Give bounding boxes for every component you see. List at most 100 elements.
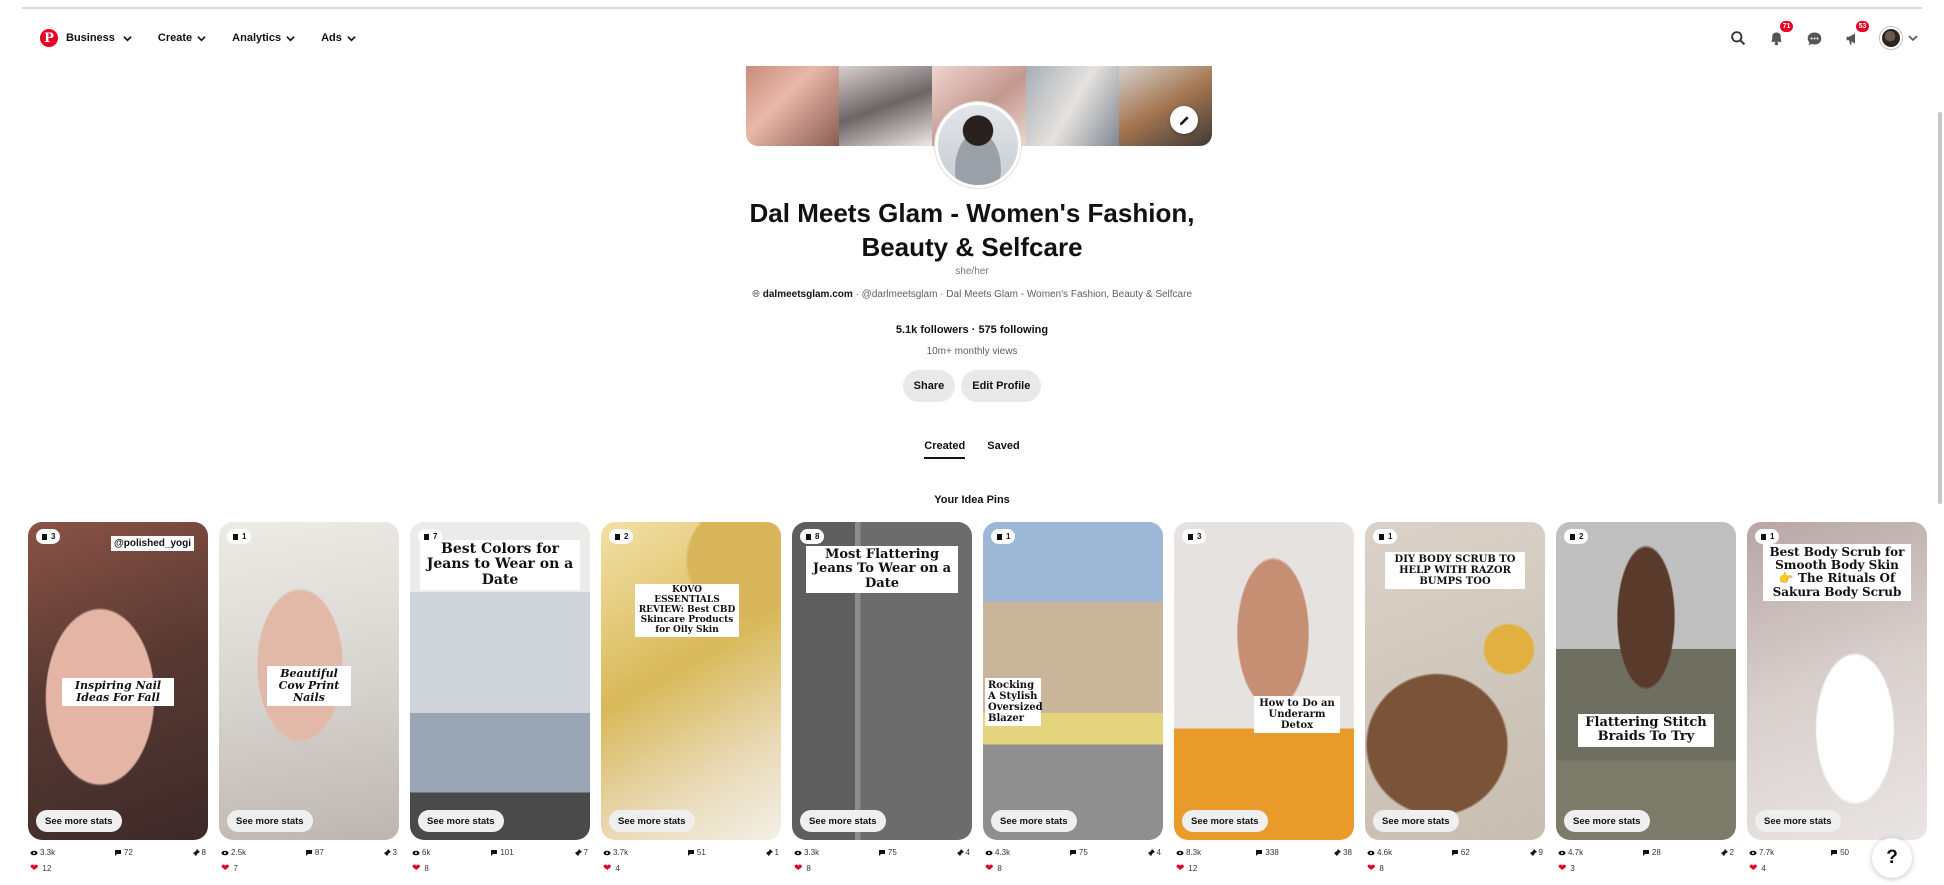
pin-icon (383, 848, 391, 856)
share-button[interactable]: Share (902, 370, 956, 402)
pin-stats: 3.7k 51 1 (601, 848, 781, 857)
nav-analytics[interactable]: Analytics (232, 32, 295, 44)
eye-icon (603, 850, 611, 855)
chevron-down-icon[interactable] (1908, 33, 1918, 43)
chevron-down-icon (123, 35, 132, 41)
nav-business[interactable]: P Business (40, 29, 132, 47)
megaphone-icon (1846, 32, 1855, 44)
views-count: 6k (422, 848, 431, 857)
pin-image[interactable]: 1 Rocking A Stylish Oversized Blazer See… (983, 522, 1163, 840)
messages-button[interactable] (1804, 28, 1824, 48)
updates-button[interactable]: 53 (1842, 21, 1869, 48)
profile-name: Dal Meets Glam - Women's Fashion, Beauty… (749, 198, 1195, 262)
see-more-stats-button[interactable]: See more stats (36, 810, 122, 832)
pin-image[interactable]: 3 How to Do an Underarm Detox See more s… (1174, 522, 1354, 840)
pin-image[interactable]: 1 Best Body Scrub for Smooth Body Skin 👉… (1747, 522, 1927, 840)
see-more-stats-button[interactable]: See more stats (1564, 810, 1650, 832)
see-more-stats-button[interactable]: See more stats (991, 810, 1077, 832)
likes-count: 12 (1188, 864, 1198, 873)
likes-count: 4 (615, 864, 620, 873)
eye-icon (1176, 850, 1184, 855)
pin-image[interactable]: 2 Flattering Stitch Braids To Try See mo… (1556, 522, 1736, 840)
page-count: 3 (51, 532, 56, 541)
pin-image[interactable]: 2 KOVO ESSENTIALS REVIEW: Best CBD Skinc… (601, 522, 781, 840)
idea-pin-card[interactable]: 3 @polished_yogi Inspiring Nail Ideas Fo… (28, 522, 208, 874)
see-more-stats-button[interactable]: See more stats (1755, 810, 1841, 832)
follow-counts: 5.1k followers · 575 following (0, 324, 1944, 336)
idea-pin-card[interactable]: 1 Rocking A Stylish Oversized Blazer See… (983, 522, 1163, 874)
eye-icon (221, 850, 229, 855)
likes-count: 8 (806, 864, 811, 873)
comments-count: 62 (1460, 848, 1470, 857)
notifications-button[interactable]: 71 (1766, 21, 1793, 48)
views-count: 8.3k (1186, 848, 1202, 857)
heart-icon: ❤ (412, 863, 421, 874)
see-more-stats-button[interactable]: See more stats (1373, 810, 1459, 832)
nav-ads[interactable]: Ads (321, 32, 356, 44)
following-link[interactable]: 575 following (978, 324, 1048, 336)
tab-created[interactable]: Created (924, 440, 966, 459)
comment-icon (1642, 849, 1649, 856)
idea-pin-card[interactable]: 1 Best Body Scrub for Smooth Body Skin 👉… (1747, 522, 1927, 874)
pin-likes: ❤ 8 (410, 863, 590, 874)
pin-image[interactable]: 1 DIY BODY SCRUB TO HELP WITH RAZOR BUMP… (1365, 522, 1545, 840)
edit-profile-button[interactable]: Edit Profile (961, 370, 1042, 402)
see-more-stats-button[interactable]: See more stats (609, 810, 695, 832)
pin-overlay-text: Most Flattering Jeans To Wear on a Date (806, 546, 958, 593)
pin-likes: ❤ 8 (983, 863, 1163, 874)
top-bar: P Business Create Analytics Ads 71 53 (40, 21, 1932, 52)
pin-overlay-text: Inspiring Nail Ideas For Fall (62, 678, 174, 707)
idea-pin-card[interactable]: 2 Flattering Stitch Braids To Try See mo… (1556, 522, 1736, 874)
pin-likes: ❤ 7 (219, 863, 399, 874)
tab-saved[interactable]: Saved (987, 440, 1019, 459)
nav-create[interactable]: Create (158, 32, 206, 44)
page-count: 1 (242, 532, 247, 541)
see-more-stats-button[interactable]: See more stats (1182, 810, 1268, 832)
website-link[interactable]: dalmeetsglam.com (763, 289, 853, 300)
profile-avatar (935, 102, 1021, 188)
edit-cover-button[interactable] (1170, 106, 1198, 134)
account-avatar[interactable] (1880, 27, 1902, 49)
pin-image[interactable]: 1 Beautiful Cow Print Nails See more sta… (219, 522, 399, 840)
comment-icon (1069, 849, 1076, 856)
search-button[interactable] (1728, 28, 1748, 48)
pencil-icon (1179, 115, 1189, 125)
pin-image[interactable]: 7 Best Colors for Jeans to Wear on a Dat… (410, 522, 590, 840)
saves-count: 3 (392, 848, 397, 857)
likes-count: 12 (42, 864, 52, 873)
comment-icon (491, 849, 498, 856)
comment-icon (687, 849, 694, 856)
see-more-stats-button[interactable]: See more stats (800, 810, 886, 832)
main-nav: P Business Create Analytics Ads (40, 29, 356, 47)
monthly-views: 10m+ monthly views (926, 346, 1018, 357)
page-scrollbar[interactable] (1938, 112, 1942, 504)
comment-icon (1451, 849, 1458, 856)
idea-pin-card[interactable]: 2 KOVO ESSENTIALS REVIEW: Best CBD Skinc… (601, 522, 781, 874)
idea-pin-card[interactable]: 1 Beautiful Cow Print Nails See more sta… (219, 522, 399, 874)
pin-icon (1720, 848, 1728, 856)
heart-icon: ❤ (985, 863, 994, 874)
followers-link[interactable]: 5.1k followers (896, 324, 969, 336)
pin-stats: 4.6k 62 9 (1365, 848, 1545, 857)
pin-stats: 3.3k 72 8 (28, 848, 208, 857)
pin-icon (1334, 848, 1342, 856)
pin-stats: 2.5k 87 3 (219, 848, 399, 857)
pin-likes: ❤ 8 (1365, 863, 1545, 874)
pin-overlay-text: Flattering Stitch Braids To Try (1578, 714, 1714, 747)
page-count: 2 (1579, 532, 1584, 541)
idea-pin-card[interactable]: 7 Best Colors for Jeans to Wear on a Dat… (410, 522, 590, 874)
idea-pin-card[interactable]: 1 DIY BODY SCRUB TO HELP WITH RAZOR BUMP… (1365, 522, 1545, 874)
section-title: Your Idea Pins (934, 494, 1010, 506)
pin-image[interactable]: 3 @polished_yogi Inspiring Nail Ideas Fo… (28, 522, 208, 840)
saves-count: 1 (774, 848, 779, 857)
see-more-stats-button[interactable]: See more stats (227, 810, 313, 832)
idea-pin-card[interactable]: 3 How to Do an Underarm Detox See more s… (1174, 522, 1354, 874)
pin-image[interactable]: 8 Most Flattering Jeans To Wear on a Dat… (792, 522, 972, 840)
pin-icon (765, 848, 773, 856)
see-more-stats-button[interactable]: See more stats (418, 810, 504, 832)
pages-icon (806, 533, 811, 540)
nav-business-label: Business (66, 32, 115, 44)
help-button[interactable]: ? (1872, 838, 1912, 878)
pinterest-logo-icon[interactable]: P (40, 29, 58, 47)
idea-pin-card[interactable]: 8 Most Flattering Jeans To Wear on a Dat… (792, 522, 972, 874)
